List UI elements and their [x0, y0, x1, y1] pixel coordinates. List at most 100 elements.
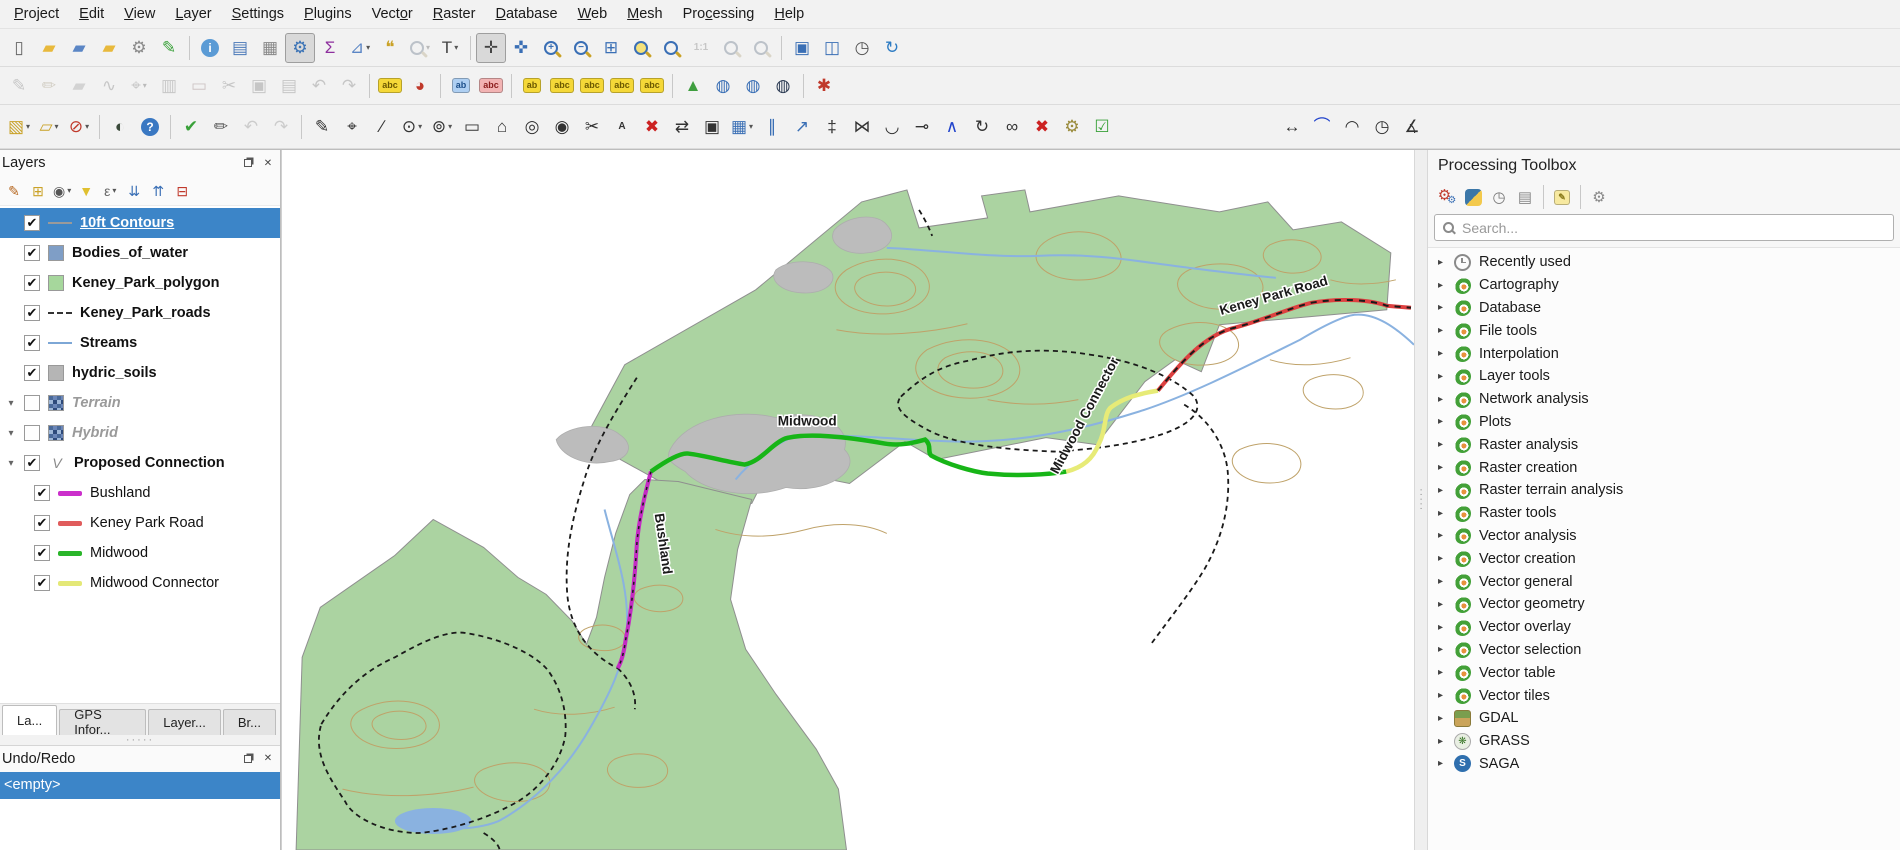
pan-to-selection-button[interactable]: ✜ — [506, 33, 536, 63]
menu-mesh[interactable]: Mesh — [617, 3, 672, 25]
plugin-tool-button[interactable]: ✱ — [809, 71, 839, 101]
show-hide-labels-button[interactable]: abc — [547, 71, 577, 101]
processing-item-raster-tools[interactable]: ▸ Raster tools — [1428, 502, 1900, 525]
digitize-circle-button[interactable]: ⊙ ▾ — [397, 112, 427, 142]
pin-unpin-labels-button[interactable]: ab — [517, 71, 547, 101]
spanner-button[interactable]: ⚙ — [1057, 112, 1087, 142]
snapping-toggle-button[interactable]: ✔ — [176, 112, 206, 142]
save-project-as-button[interactable]: ▰ — [94, 33, 124, 63]
change-label-button[interactable]: abc — [637, 71, 667, 101]
open-project-button[interactable]: ▰ — [34, 33, 64, 63]
copy-move-feature-button[interactable]: ▣ — [697, 112, 727, 142]
layer-item-keney-park-road[interactable]: ✔ Keney Park Road — [0, 508, 280, 538]
expand-all-button[interactable]: ⇊ — [122, 179, 146, 203]
expander-icon[interactable]: ▸ — [1438, 439, 1454, 450]
tab-gps-infor[interactable]: GPS Infor... — [59, 707, 147, 737]
temporal-controller-button[interactable]: ◷ — [847, 33, 877, 63]
open-layer-styling-button[interactable]: ✎ — [2, 179, 26, 203]
filter-legend-button[interactable]: ▼ — [74, 179, 98, 203]
layer-checkbox[interactable]: ✔ — [24, 335, 40, 351]
layer-checkbox[interactable]: ✔ — [34, 485, 50, 501]
toggle-label-display-button[interactable]: abc — [476, 71, 506, 101]
undo-history-item[interactable]: <empty> — [0, 771, 280, 799]
rotate-point-button[interactable]: ↻ — [967, 112, 997, 142]
text-annotation-button[interactable]: T ▾ — [435, 33, 465, 63]
expander-icon[interactable]: ▸ — [1438, 644, 1454, 655]
digitize-ellipse-button[interactable]: ⊚ ▾ — [427, 112, 457, 142]
new-3d-map-view-button[interactable]: ◫ — [817, 33, 847, 63]
menu-settings[interactable]: Settings — [222, 3, 294, 25]
zoom-to-selection-button[interactable] — [626, 33, 656, 63]
processing-item-cartography[interactable]: ▸ Cartography — [1428, 274, 1900, 297]
menu-edit[interactable]: Edit — [69, 3, 114, 25]
processing-item-interpolation[interactable]: ▸ Interpolation — [1428, 342, 1900, 365]
identify-features-button[interactable]: i — [195, 33, 225, 63]
menu-layer[interactable]: Layer — [165, 3, 221, 25]
fillet-tool-button[interactable]: ◡ — [877, 112, 907, 142]
layer-item-midwood[interactable]: ✔ Midwood — [0, 538, 280, 568]
add-group-button[interactable]: ⊞ — [26, 179, 50, 203]
processing-item-vector-analysis[interactable]: ▸ Vector analysis — [1428, 525, 1900, 548]
decorations-button[interactable]: ▲ — [678, 71, 708, 101]
layer-item-midwood-connector[interactable]: ✔ Midwood Connector — [0, 568, 280, 598]
layer-item-10ft-contours[interactable]: ✔ 10ft Contours — [0, 208, 280, 238]
delete-red-button[interactable]: ✖ — [1027, 112, 1057, 142]
layer-checkbox[interactable]: ✔ — [24, 365, 40, 381]
edit-features-in-place-button[interactable]: ✎ — [1549, 185, 1575, 209]
night-sphere-button[interactable]: ◐ — [105, 112, 135, 142]
layer-checkbox[interactable]: ✔ — [34, 515, 50, 531]
edit-pencil-button[interactable]: ✏ — [206, 112, 236, 142]
select-by-form-button[interactable]: ▱ ▾ — [34, 112, 64, 142]
results-viewer-button[interactable]: ▤ — [1512, 185, 1538, 209]
parallel-lines-button[interactable]: ∥ — [757, 112, 787, 142]
marker-a-button[interactable]: A — [607, 112, 637, 142]
manage-map-themes-button[interactable]: ◉ ▾ — [50, 179, 74, 203]
menu-project[interactable]: Project — [4, 3, 69, 25]
statistical-summary-button[interactable]: ▦ — [255, 33, 285, 63]
layer-checkbox[interactable]: ✔ — [24, 305, 40, 321]
menu-view[interactable]: View — [114, 3, 165, 25]
merge-lines-button[interactable]: ∞ — [997, 112, 1027, 142]
processing-item-gdal[interactable]: ▸ GDAL — [1428, 707, 1900, 730]
expander-icon[interactable]: ▸ — [1438, 576, 1454, 587]
measure-azimuth-button[interactable]: ∡ — [1397, 112, 1427, 142]
layer-item-proposed-connection[interactable]: ▾ ✔ V Proposed Connection — [0, 448, 280, 478]
select-features-button[interactable]: ▧ ▾ — [4, 112, 34, 142]
menu-processing[interactable]: Processing — [673, 3, 765, 25]
tab-la[interactable]: La... — [2, 704, 58, 735]
zoom-full-button[interactable]: ⊞ — [596, 33, 626, 63]
measure-button[interactable]: ⊿ ▾ — [345, 33, 375, 63]
menu-plugins[interactable]: Plugins — [294, 3, 362, 25]
measure-curve-button[interactable]: ⌒ — [1307, 112, 1337, 142]
processing-item-plots[interactable]: ▸ Plots — [1428, 411, 1900, 434]
offset-tool-button[interactable]: ‡ — [817, 112, 847, 142]
extend-tool-button[interactable]: ⊸ — [907, 112, 937, 142]
digitize-polygon-button[interactable]: ⌂ — [487, 112, 517, 142]
processing-item-network-analysis[interactable]: ▸ Network analysis — [1428, 388, 1900, 411]
pan-map-button[interactable]: ✛ — [476, 32, 506, 63]
layer-checkbox[interactable] — [24, 395, 40, 411]
layer-item-bodies-of-water[interactable]: ✔ Bodies_of_water — [0, 238, 280, 268]
digitize-rect-button[interactable]: ▭ — [457, 112, 487, 142]
layer-item-keney-park-roads[interactable]: ✔ Keney_Park_roads — [0, 298, 280, 328]
layer-item-terrain[interactable]: ▾ Terrain — [0, 388, 280, 418]
tab-br[interactable]: Br... — [222, 708, 276, 735]
expander-icon[interactable]: ▸ — [1438, 485, 1454, 496]
vertical-splitter[interactable]: ····· — [1414, 150, 1428, 850]
rotate-label-button[interactable]: abc — [607, 71, 637, 101]
menu-raster[interactable]: Raster — [423, 3, 486, 25]
metasearch-dark-button[interactable]: ◍ — [768, 71, 798, 101]
processing-item-vector-general[interactable]: ▸ Vector general — [1428, 570, 1900, 593]
options-button[interactable]: ⚙ — [1586, 185, 1612, 209]
processing-item-file-tools[interactable]: ▸ File tools — [1428, 319, 1900, 342]
expander-icon[interactable]: ▸ — [1438, 348, 1454, 359]
processing-item-raster-analysis[interactable]: ▸ Raster analysis — [1428, 433, 1900, 456]
new-project-button[interactable]: ▯ — [4, 33, 34, 63]
processing-item-raster-terrain-analysis[interactable]: ▸ Raster terrain analysis — [1428, 479, 1900, 502]
processing-item-raster-creation[interactable]: ▸ Raster creation — [1428, 456, 1900, 479]
expander-icon[interactable]: ▸ — [1438, 394, 1454, 405]
expander-icon[interactable]: ▸ — [1438, 508, 1454, 519]
map-tips-button[interactable]: ❝ — [375, 33, 405, 63]
menu-vector[interactable]: Vector — [362, 3, 423, 25]
layer-checkbox[interactable] — [24, 425, 40, 441]
